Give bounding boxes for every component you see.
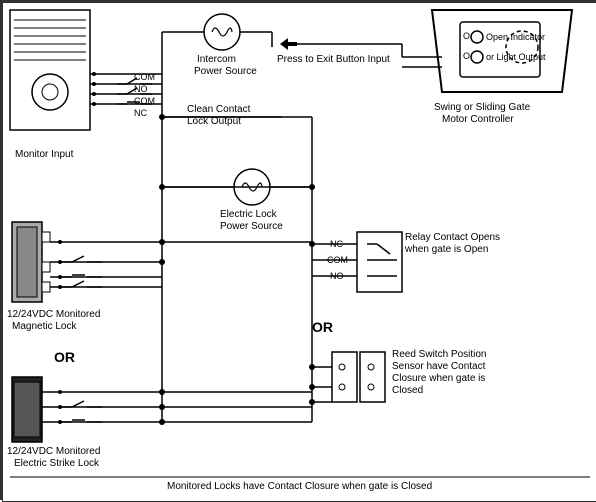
svg-text:NC: NC [134, 108, 147, 118]
svg-text:OR: OR [312, 319, 333, 335]
svg-text:O: O [463, 31, 470, 41]
svg-text:Motor Controller: Motor Controller [442, 114, 514, 125]
svg-text:or Light Output: or Light Output [486, 52, 546, 62]
svg-text:OR: OR [54, 349, 75, 365]
svg-text:Closure when gate is: Closure when gate is [392, 373, 485, 384]
wiring-diagram: Monitor Input Intercom Power Source Pres… [0, 0, 596, 500]
svg-text:12/24VDC Monitored: 12/24VDC Monitored [7, 309, 100, 320]
svg-text:Electric Lock: Electric Lock [220, 209, 278, 220]
svg-text:O: O [463, 51, 470, 61]
svg-text:Monitor Input: Monitor Input [15, 149, 74, 160]
svg-text:Power Source: Power Source [194, 66, 257, 77]
svg-text:Intercom: Intercom [197, 54, 236, 65]
svg-text:Closed: Closed [392, 385, 423, 396]
svg-text:COM: COM [134, 72, 155, 82]
svg-text:Magnetic Lock: Magnetic Lock [12, 321, 77, 332]
svg-text:Open Indicator: Open Indicator [486, 32, 545, 42]
svg-text:Relay Contact Opens: Relay Contact Opens [405, 232, 500, 243]
svg-text:when gate is Open: when gate is Open [404, 244, 488, 255]
svg-text:Power Source: Power Source [220, 221, 283, 232]
svg-text:Electric Strike Lock: Electric Strike Lock [14, 458, 100, 469]
svg-text:Swing or Sliding Gate: Swing or Sliding Gate [434, 102, 531, 113]
svg-text:Reed Switch Position: Reed Switch Position [392, 349, 487, 360]
svg-text:Monitored Locks have Contact C: Monitored Locks have Contact Closure whe… [167, 481, 432, 492]
svg-text:12/24VDC Monitored: 12/24VDC Monitored [7, 446, 100, 457]
svg-text:Clean Contact: Clean Contact [187, 104, 251, 115]
svg-text:Sensor have Contact: Sensor have Contact [392, 361, 486, 372]
svg-text:Press to Exit Button Input: Press to Exit Button Input [277, 54, 390, 65]
